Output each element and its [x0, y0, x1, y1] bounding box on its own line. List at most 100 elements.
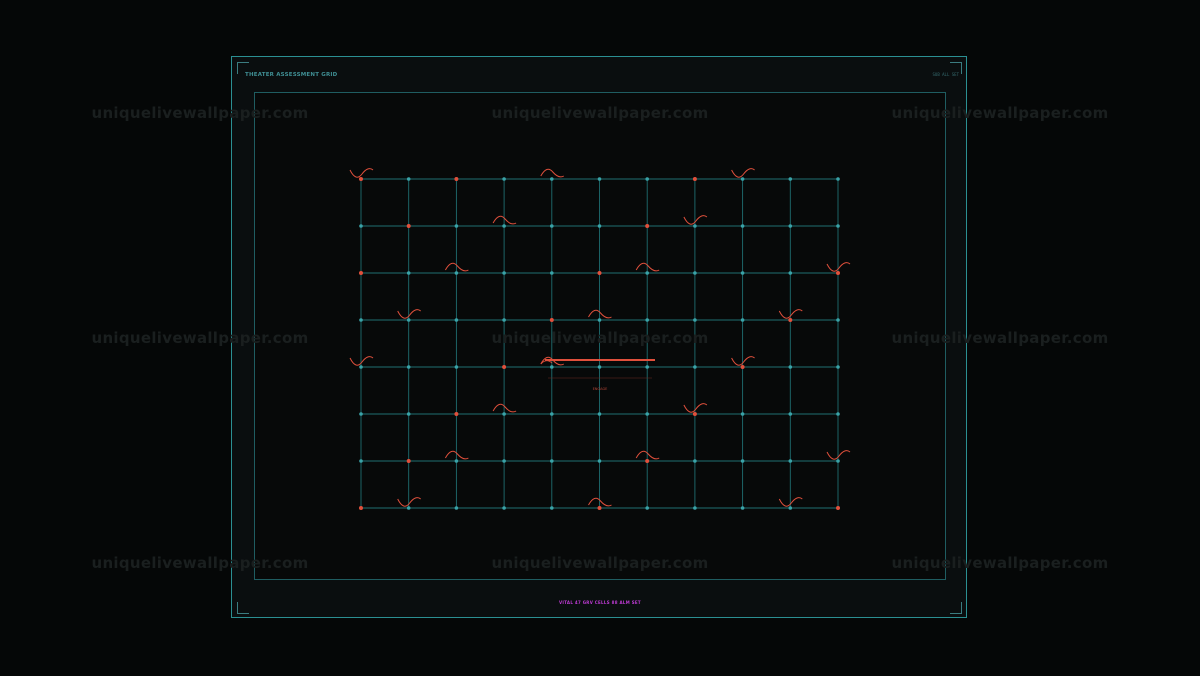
- grid-node: [406, 412, 411, 416]
- grid-node-alert: [359, 271, 363, 275]
- grid-node: [550, 271, 554, 275]
- wave-glyph-icon: [635, 262, 660, 272]
- wave-glyph-icon: [635, 450, 660, 460]
- grid-node: [454, 365, 459, 369]
- grid-node: [406, 506, 411, 510]
- grid-node: [502, 224, 506, 228]
- grid-center-label: ENGAGE: [592, 387, 608, 391]
- wave-glyph-icon: [540, 168, 565, 178]
- wave-glyph-icon: [826, 450, 851, 460]
- grid-node: [645, 318, 649, 322]
- grid-node: [740, 271, 745, 275]
- grid-node-alert: [359, 177, 363, 181]
- grid-node: [359, 412, 363, 416]
- grid-node-alert: [645, 459, 650, 463]
- wave-glyph-icon: [444, 262, 469, 272]
- grid-node: [788, 412, 793, 416]
- grid-node: [359, 224, 363, 228]
- grid-node-alert: [645, 224, 650, 228]
- grid-node: [550, 506, 554, 510]
- wave-glyph-icon: [826, 262, 851, 272]
- wave-glyph-icon: [778, 497, 803, 507]
- grid-node: [693, 506, 697, 510]
- grid-node: [740, 318, 745, 322]
- wave-glyph-icon: [731, 168, 755, 178]
- grid-node: [550, 365, 554, 369]
- grid-node: [693, 224, 697, 228]
- wave-glyph-icon: [588, 497, 612, 507]
- grid-node: [693, 318, 697, 322]
- grid-node: [788, 177, 793, 181]
- grid-node: [502, 177, 506, 181]
- grid-node: [740, 459, 745, 463]
- wave-glyph-icon: [349, 356, 374, 366]
- grid-node: [597, 177, 602, 181]
- grid-node: [836, 365, 840, 369]
- wave-glyph-icon: [397, 309, 422, 319]
- grid-node: [693, 459, 697, 463]
- grid-node: [406, 318, 411, 322]
- grid-node: [645, 365, 649, 369]
- grid-node: [597, 365, 602, 369]
- grid-node: [550, 224, 554, 228]
- grid-node-alert: [597, 271, 602, 275]
- grid-node: [502, 318, 506, 322]
- grid-node: [836, 224, 840, 228]
- grid-node: [597, 318, 602, 322]
- grid-node: [740, 177, 745, 181]
- grid-node: [502, 506, 506, 510]
- grid-node: [836, 318, 840, 322]
- grid-node: [454, 506, 459, 510]
- grid-node-alert: [692, 412, 697, 416]
- grid-node: [406, 365, 411, 369]
- wave-glyph-icon: [683, 403, 708, 413]
- grid-node-alert: [406, 459, 411, 463]
- grid-node-alert: [549, 318, 554, 322]
- grid-node-alert: [788, 318, 793, 322]
- grid-node: [788, 459, 793, 463]
- grid-node: [406, 177, 411, 181]
- grid-node: [454, 318, 459, 322]
- grid-node-alert: [454, 177, 459, 181]
- grid-node: [645, 271, 649, 275]
- grid-node-alert: [406, 224, 411, 228]
- grid-node: [693, 365, 697, 369]
- grid-node: [740, 506, 745, 510]
- grid-node-alert: [359, 506, 363, 510]
- grid-node-alert: [836, 271, 840, 275]
- wave-glyph-icon: [492, 215, 517, 225]
- grid-node: [836, 412, 840, 416]
- wave-glyph-icon: [444, 450, 469, 460]
- grid-node: [597, 224, 602, 228]
- grid-node: [550, 177, 554, 181]
- grid-node: [597, 459, 602, 463]
- grid-node: [788, 224, 793, 228]
- grid-node: [645, 506, 649, 510]
- wave-glyph-icon: [588, 309, 612, 319]
- wave-glyph-icon: [492, 403, 517, 413]
- grid-node: [788, 365, 793, 369]
- grid-node-alert: [454, 412, 459, 416]
- assessment-grid: [349, 168, 851, 510]
- grid-node-alert: [692, 177, 697, 181]
- wave-glyph-icon: [731, 356, 755, 366]
- grid-node: [836, 177, 840, 181]
- grid-node: [454, 271, 459, 275]
- wave-glyph-icon: [349, 168, 374, 178]
- grid-node: [359, 459, 363, 463]
- grid-node-alert: [502, 365, 507, 369]
- grid-node: [359, 365, 363, 369]
- grid-node-alert: [836, 506, 840, 510]
- grid-node-alert: [740, 365, 745, 369]
- grid-node: [645, 177, 649, 181]
- grid-node: [550, 412, 554, 416]
- wave-glyph-icon: [397, 497, 422, 507]
- wave-glyph-icon: [683, 215, 708, 225]
- grid-node: [454, 459, 459, 463]
- grid-node: [550, 459, 554, 463]
- grid-node: [502, 412, 506, 416]
- grid-node: [359, 318, 363, 322]
- grid-node: [740, 412, 745, 416]
- grid-node: [645, 412, 649, 416]
- grid-node: [788, 271, 793, 275]
